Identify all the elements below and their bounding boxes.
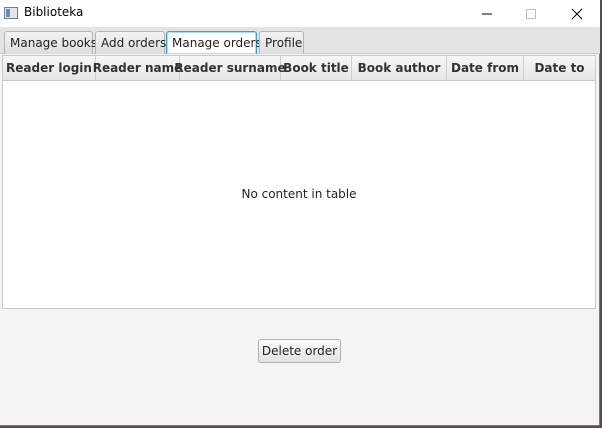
- tab-add-orders[interactable]: Add orders: [95, 31, 166, 54]
- maximize-icon: [526, 8, 536, 19]
- maximize-button[interactable]: [508, 0, 554, 27]
- minimize-icon: [482, 13, 492, 14]
- table-header: Reader login Reader name Reader surname …: [3, 56, 595, 81]
- table-placeholder-text: No content in table: [241, 187, 357, 201]
- tab-profile[interactable]: Profile: [259, 31, 304, 54]
- app-window: Biblioteka Manage books Add orders Manag…: [0, 0, 600, 426]
- column-header-date-from[interactable]: Date from: [447, 56, 524, 80]
- tab-bar: Manage books Add orders Manage orders Pr…: [0, 27, 600, 54]
- table-placeholder: No content in table: [3, 80, 595, 308]
- column-header-date-to[interactable]: Date to: [524, 56, 595, 80]
- column-header-reader-login[interactable]: Reader login: [3, 56, 96, 80]
- orders-table[interactable]: Reader login Reader name Reader surname …: [2, 55, 596, 309]
- column-header-book-title[interactable]: Book title: [281, 56, 352, 80]
- window-title: Biblioteka: [24, 5, 84, 19]
- minimize-button[interactable]: [464, 0, 510, 27]
- delete-order-button[interactable]: Delete order: [258, 339, 341, 363]
- column-header-book-author[interactable]: Book author: [352, 56, 447, 80]
- close-button[interactable]: [554, 0, 600, 27]
- column-header-reader-name[interactable]: Reader name: [93, 56, 182, 80]
- window-app-icon: [4, 7, 18, 19]
- tab-manage-books[interactable]: Manage books: [4, 31, 97, 54]
- tab-manage-orders[interactable]: Manage orders: [166, 31, 262, 54]
- close-icon: [571, 8, 583, 19]
- column-header-reader-surname[interactable]: Reader surname: [174, 56, 286, 80]
- title-bar: Biblioteka: [0, 0, 600, 27]
